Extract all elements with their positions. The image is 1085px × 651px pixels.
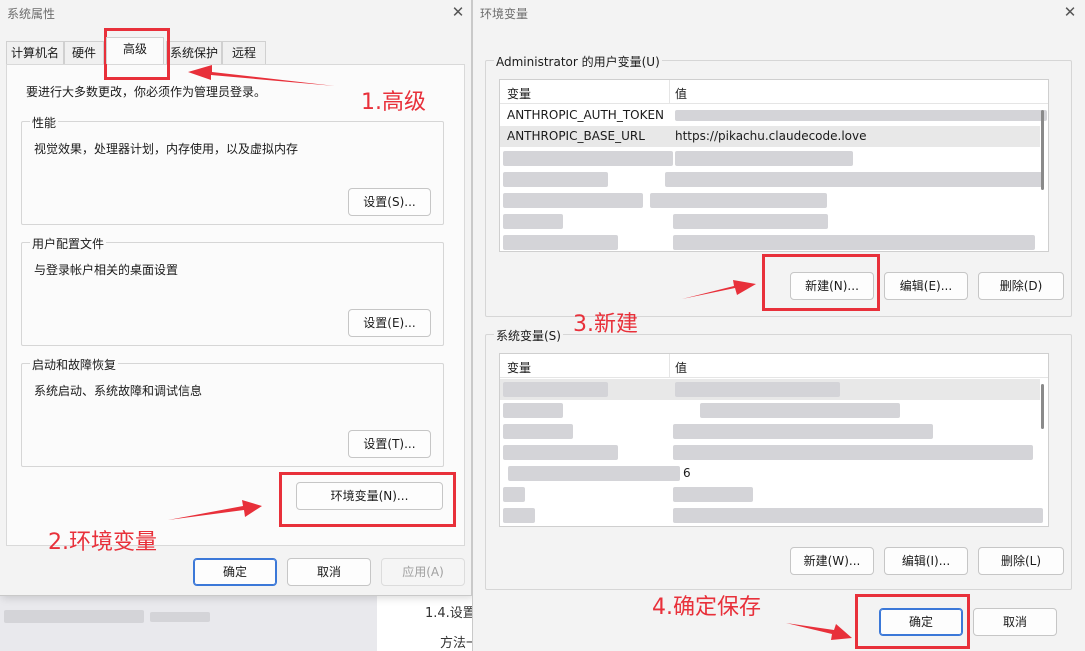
annotation-step3: 3.新建	[573, 312, 638, 337]
annotation-arrows	[168, 65, 852, 640]
annotation-step1: 1.高级	[361, 90, 426, 115]
arrow-to-advanced-tab	[188, 65, 335, 86]
tab-advanced[interactable]: 高级	[106, 37, 164, 64]
arrow-to-ok-button	[786, 623, 852, 640]
annotation-step4: 4.确定保存	[652, 595, 761, 620]
annotation-step2: 2.环境变量	[48, 530, 157, 555]
arrow-to-new-button	[682, 280, 756, 299]
arrow-to-env-button	[168, 500, 262, 520]
